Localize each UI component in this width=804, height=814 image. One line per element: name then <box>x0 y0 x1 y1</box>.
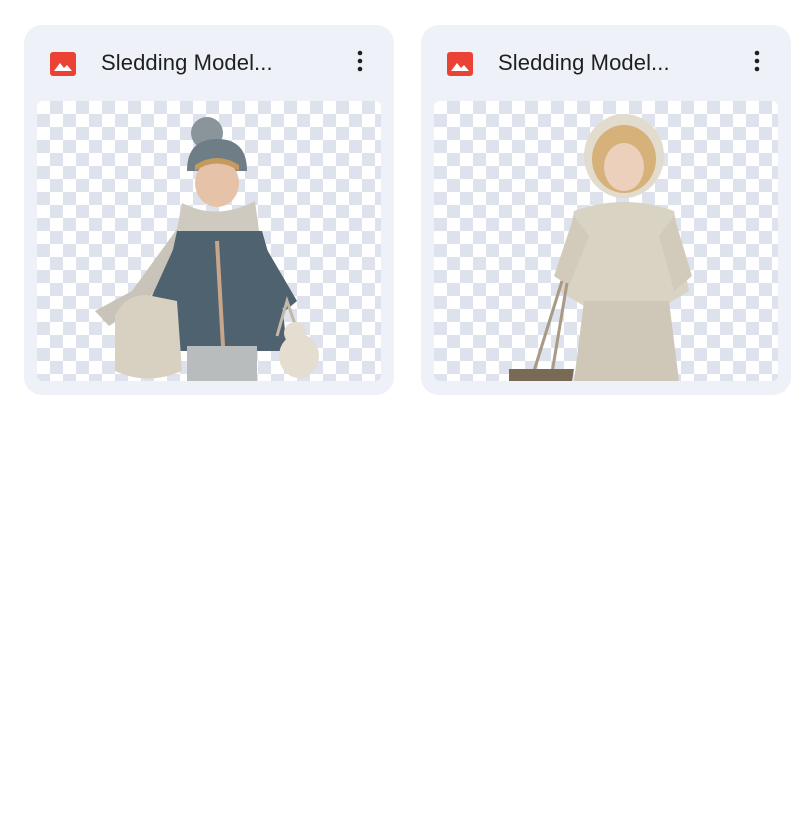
file-thumbnail[interactable] <box>37 101 381 381</box>
file-card[interactable]: Sledding Model... <box>421 25 791 395</box>
file-title[interactable]: Sledding Model... <box>101 49 321 77</box>
file-card[interactable]: Sledding Model... <box>24 25 394 395</box>
file-thumbnail[interactable] <box>434 101 778 381</box>
file-title[interactable]: Sledding Model... <box>498 49 718 77</box>
more-options-button[interactable] <box>739 45 775 81</box>
file-card-header: Sledding Model... <box>421 25 791 101</box>
file-card-header: Sledding Model... <box>24 25 394 101</box>
file-grid: Sledding Model... Sledding Model... <box>0 0 804 814</box>
more-vert-icon <box>754 50 760 77</box>
more-vert-icon <box>357 50 363 77</box>
child-blue-coat-scarf-image <box>95 117 319 381</box>
child-fleece-suit-sled-image <box>509 114 692 381</box>
image-file-icon <box>50 52 76 76</box>
image-file-icon <box>447 52 473 76</box>
more-options-button[interactable] <box>342 45 378 81</box>
